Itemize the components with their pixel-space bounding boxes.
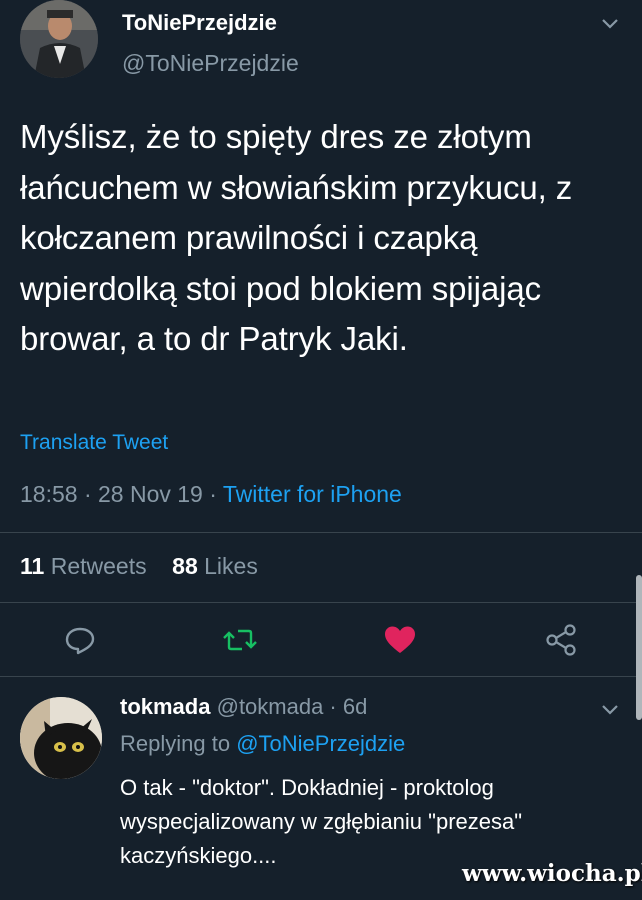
author-handle[interactable]: @ToNiePrzejdzie	[122, 50, 299, 77]
reply-text: O tak - "doktor". Dokładniej - proktolog…	[120, 775, 523, 868]
replying-to-handle[interactable]: @ToNiePrzejdzie	[236, 731, 405, 756]
replying-prefix: Replying to	[120, 731, 237, 756]
retweet-button[interactable]	[220, 620, 260, 660]
author-avatar-image	[20, 0, 98, 78]
reply-handle-time: @tokmada · 6d	[216, 694, 368, 719]
author-display-name[interactable]: ToNiePrzejdzie	[122, 10, 277, 36]
tweet-source-link[interactable]: Twitter for iPhone	[223, 481, 402, 507]
replying-to: Replying to @ToNiePrzejdzie	[120, 731, 405, 757]
reply-icon	[65, 627, 95, 655]
heart-icon	[385, 626, 415, 653]
likes-label: Likes	[204, 553, 258, 579]
reply-author[interactable]: tokmada @tokmada · 6d	[120, 694, 367, 720]
reply-author-avatar[interactable]	[20, 697, 102, 779]
reply-avatar-image	[20, 697, 102, 779]
retweets-label: Retweets	[50, 553, 147, 579]
scrollbar-thumb[interactable]	[636, 575, 642, 720]
tweet-meta: 18:58 · 28 Nov 19 · Twitter for iPhone	[20, 481, 402, 508]
watermark: www.wiocha.pl	[462, 860, 642, 887]
author-avatar[interactable]	[20, 0, 98, 78]
tweet-text: Myślisz, że to spięty dres ze złotym łań…	[20, 118, 573, 357]
retweets-stat[interactable]: 11 Retweets	[20, 553, 147, 579]
share-button[interactable]	[541, 620, 581, 660]
divider	[0, 676, 642, 677]
tweet-timestamp: 18:58 · 28 Nov 19 ·	[20, 481, 223, 507]
chevron-down-icon[interactable]	[600, 702, 620, 721]
like-button[interactable]	[380, 620, 420, 660]
reply-button[interactable]	[60, 620, 100, 660]
retweet-icon	[223, 629, 257, 651]
tweet-stats: 11 Retweets 88 Likes	[20, 553, 258, 580]
likes-stat[interactable]: 88 Likes	[172, 553, 258, 579]
chevron-down-icon[interactable]	[600, 16, 620, 35]
divider	[0, 602, 642, 603]
reply-display-name: tokmada	[120, 694, 211, 719]
likes-count: 88	[172, 553, 198, 579]
translate-tweet-link[interactable]: Translate Tweet	[20, 431, 168, 455]
retweets-count: 11	[20, 553, 45, 579]
share-icon	[546, 624, 576, 656]
divider	[0, 532, 642, 533]
